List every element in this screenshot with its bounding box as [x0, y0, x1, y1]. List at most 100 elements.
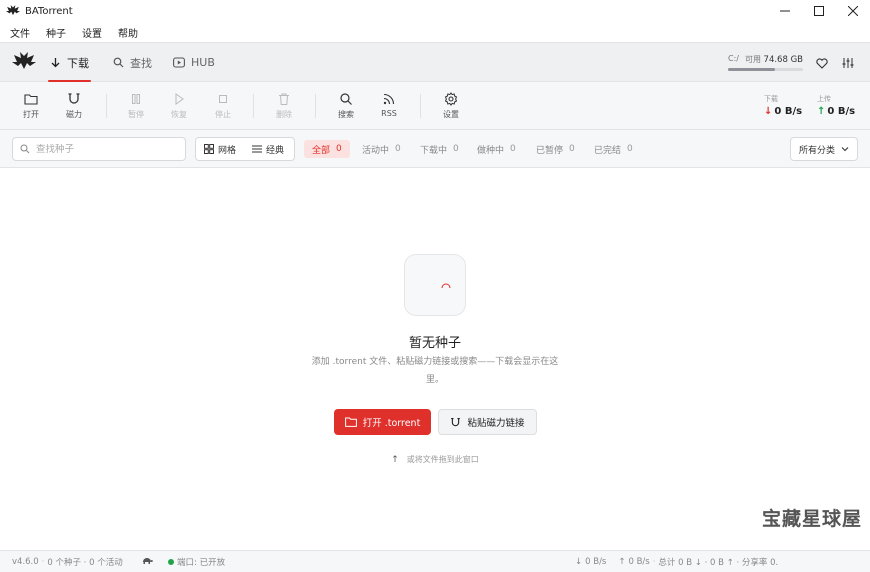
filter-chip-active[interactable]: 活动中 0	[354, 140, 409, 158]
tab-hub[interactable]: HUB	[173, 43, 215, 82]
status-speeds: ↓ 0 B/s ↑ 0 B/s · 总计 0 B ↓ · 0 B ↑ · 分享率…	[575, 557, 779, 568]
delete-button[interactable]: 删除	[268, 92, 300, 120]
speed-limit-toggle[interactable]	[141, 556, 153, 565]
minimize-button[interactable]	[768, 0, 802, 22]
maximize-icon	[814, 6, 824, 16]
disk-usage-bar	[728, 68, 803, 71]
download-speed-value: 0 B/s	[774, 106, 803, 117]
resume-button[interactable]: 恢复	[163, 92, 195, 120]
status-bar: v4.6.0 · 0 个种子 · 0 个活动 端口: 已开放 ↓ 0 B/s ↑…	[0, 550, 870, 572]
magnet-button[interactable]: 磁力	[58, 92, 90, 120]
chip-label: 下载中	[420, 145, 448, 156]
view-classic-button[interactable]: 经典	[244, 138, 292, 160]
search-icon	[113, 57, 124, 68]
chip-count: 0	[627, 144, 633, 154]
chip-count: 0	[510, 144, 516, 154]
search-input[interactable]	[36, 143, 176, 155]
pause-label: 暂停	[128, 110, 144, 119]
stop-label: 停止	[215, 110, 231, 119]
watermark: 宝藏星球屋	[762, 508, 863, 530]
empty-state-description: 添加 .torrent 文件、粘贴磁力链接或搜索——下载会显示在这里。	[311, 357, 559, 385]
open-torrent-button[interactable]: 打开 .torrent	[334, 409, 431, 435]
download-speed: 下载 ↓ 0 B/s	[764, 94, 802, 117]
chip-label: 已暂停	[536, 145, 564, 156]
menu-help[interactable]: 帮助	[118, 25, 138, 40]
app-logo-icon	[6, 5, 20, 16]
maximize-button[interactable]	[802, 0, 836, 22]
chip-count: 0	[336, 144, 342, 154]
view-grid-label: 网格	[218, 145, 237, 156]
nav-bar: 下载 查找 HUB C:/ 可用 74.68 GB	[0, 42, 870, 82]
status-down-speed: 0 B/s	[585, 557, 607, 567]
tab-downloads-label: 下载	[67, 56, 89, 70]
menu-bar: 文件 种子 设置 帮助	[0, 22, 870, 42]
menu-file[interactable]: 文件	[10, 25, 30, 40]
search-label: 搜索	[338, 110, 354, 119]
chip-label: 已完结	[594, 145, 622, 156]
search-button[interactable]: 搜索	[330, 92, 362, 120]
arrow-up-icon: ↑	[817, 106, 826, 117]
toolbar-separator	[106, 94, 107, 118]
tab-downloads[interactable]: 下载	[48, 43, 91, 82]
chip-label: 全部	[312, 145, 331, 156]
filter-chip-all[interactable]: 全部 0	[304, 140, 350, 158]
disk-drive: C:/	[728, 54, 739, 63]
menu-settings[interactable]: 设置	[82, 25, 102, 40]
toolbar-separator	[315, 94, 316, 118]
stop-icon	[219, 95, 227, 103]
list-icon	[252, 145, 263, 153]
close-button[interactable]	[836, 0, 870, 22]
toolbar-separator	[253, 94, 254, 118]
disk-available: 可用 74.68 GB	[744, 55, 803, 65]
rss-button[interactable]: RSS	[373, 92, 405, 118]
stop-button[interactable]: 停止	[207, 92, 239, 120]
toolbar-separator	[420, 94, 421, 118]
arrow-down-icon: ↓	[575, 557, 583, 567]
port-status-dot	[168, 559, 174, 565]
view-grid-button[interactable]: 网格	[196, 138, 244, 160]
chip-count: 0	[453, 144, 459, 154]
paste-magnet-button[interactable]: 粘贴磁力链接	[438, 409, 537, 435]
port-status: 端口: 已开放	[168, 556, 225, 568]
pause-button[interactable]: 暂停	[120, 92, 152, 120]
magnet-icon	[451, 417, 461, 426]
upload-speed: 上传 ↑ 0 B/s	[817, 94, 855, 117]
filter-chip-paused[interactable]: 已暂停 0	[528, 140, 583, 158]
loading-spinner-icon	[441, 283, 451, 289]
settings-button[interactable]: 设置	[435, 92, 467, 120]
download-arrow-icon	[51, 58, 60, 68]
filter-chip-seeding[interactable]: 做种中 0	[469, 140, 524, 158]
rss-icon	[383, 93, 395, 105]
download-speed-label: 下载	[764, 95, 778, 103]
torrent-search	[12, 137, 186, 161]
adjustments-button[interactable]	[840, 55, 856, 71]
tab-hub-label: HUB	[191, 56, 215, 69]
title-bar: BATorrent	[0, 0, 870, 22]
chip-label: 活动中	[362, 145, 390, 156]
grid-icon	[204, 144, 214, 154]
chip-count: 0	[569, 144, 575, 154]
chip-count: 0	[395, 144, 401, 154]
view-classic-label: 经典	[266, 145, 285, 156]
category-select[interactable]: 所有分类	[790, 137, 858, 161]
settings-label: 设置	[443, 110, 459, 119]
brand-logo-icon	[12, 52, 36, 69]
filter-chip-downloading[interactable]: 下载中 0	[412, 140, 467, 158]
open-torrent-label: 打开 .torrent	[362, 418, 421, 429]
gear-icon	[444, 92, 458, 106]
play-box-icon	[173, 57, 185, 68]
favorite-button[interactable]	[814, 55, 830, 71]
tab-find-label: 查找	[130, 56, 152, 70]
menu-torrent[interactable]: 种子	[46, 25, 66, 40]
status-version-group: v4.6.0 · 0 个种子 · 0 个活动	[12, 557, 123, 568]
chip-label: 做种中	[477, 145, 505, 156]
open-button[interactable]: 打开	[15, 92, 47, 120]
tab-find[interactable]: 查找	[113, 43, 152, 82]
turtle-icon	[143, 558, 153, 564]
arrow-up-icon: ↑	[391, 454, 399, 465]
upload-speed-label: 上传	[817, 95, 831, 103]
minimize-icon	[780, 10, 790, 12]
status-up-speed: 0 B/s	[628, 557, 650, 567]
filter-chip-completed[interactable]: 已完结 0	[586, 140, 641, 158]
folder-icon	[24, 94, 38, 105]
